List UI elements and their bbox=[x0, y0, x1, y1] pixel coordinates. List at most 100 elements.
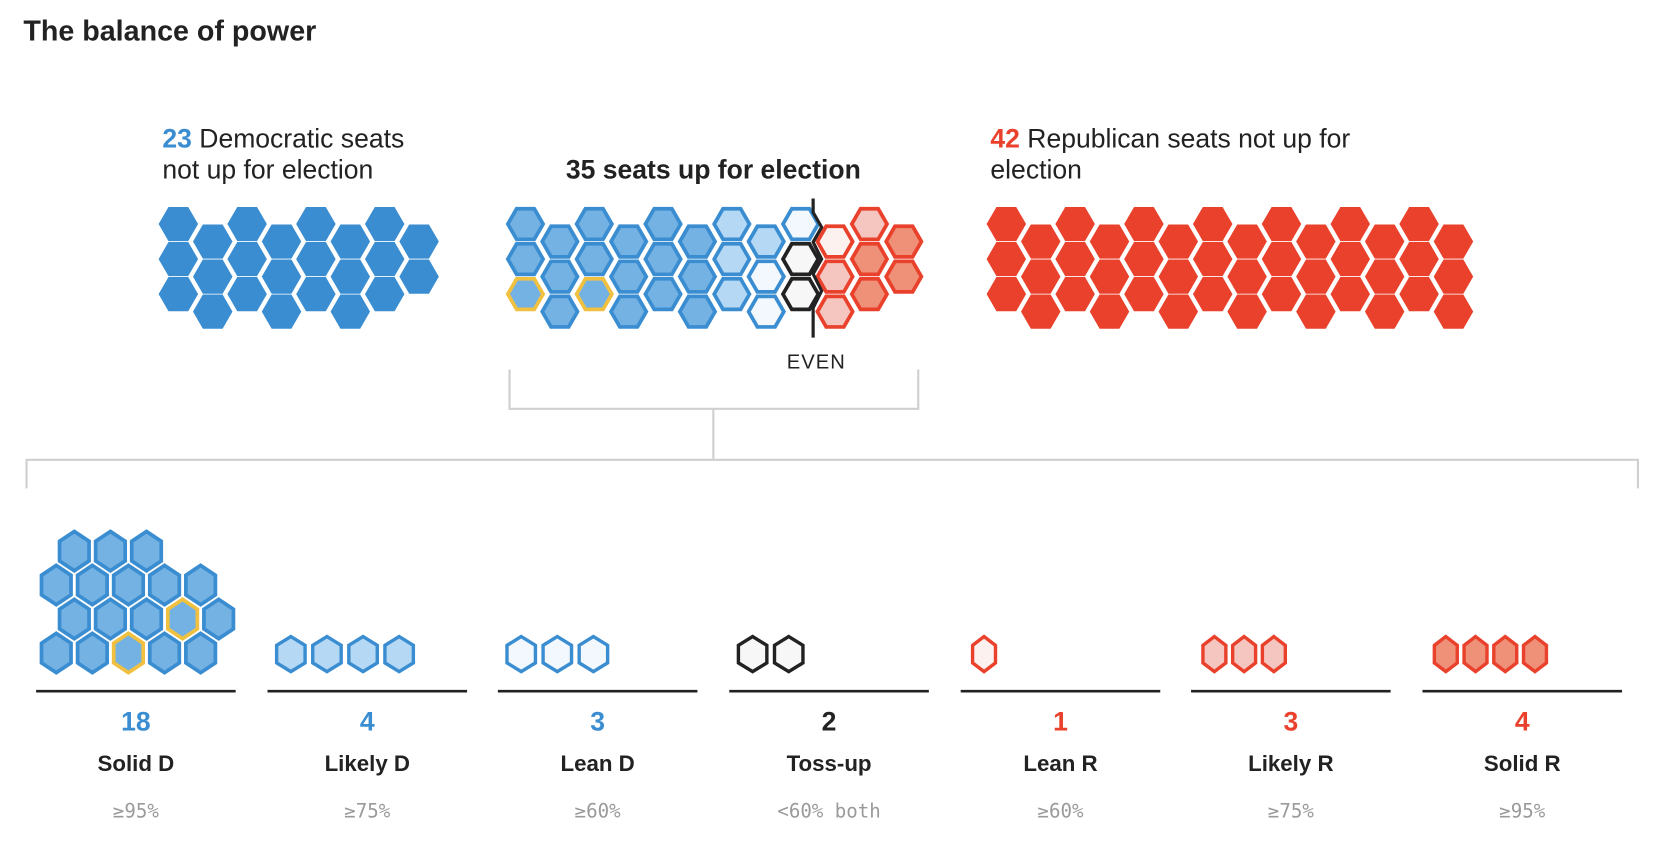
rep-seat-hex bbox=[1055, 206, 1095, 242]
dem-not-up-hex-block bbox=[158, 206, 439, 329]
rep-seat-hex bbox=[1261, 206, 1302, 242]
seat-hex-solid-d bbox=[677, 224, 718, 259]
rep-seat-hex bbox=[1399, 241, 1439, 277]
seat-hex-lean-d bbox=[746, 259, 786, 294]
even-label: EVEN bbox=[787, 351, 846, 373]
seat-hex-likely-r bbox=[815, 294, 855, 329]
dem-seat-hex bbox=[364, 241, 405, 277]
seat-hex-solid-d bbox=[165, 597, 200, 641]
rep-seat-hex bbox=[1330, 206, 1371, 242]
category-label: Toss-up bbox=[787, 751, 872, 776]
seat-hex-solid-r bbox=[1462, 634, 1489, 674]
dem-seat-hex bbox=[227, 241, 267, 277]
seat-hex-likely-d bbox=[746, 224, 786, 259]
seat-hex-solid-r bbox=[1432, 634, 1459, 674]
category-threshold: ≥60% bbox=[1037, 800, 1083, 823]
rep-seat-hex bbox=[1124, 277, 1164, 312]
seat-hex-tossup bbox=[780, 241, 821, 277]
seat-hex-likely-r bbox=[1230, 634, 1258, 674]
seat-hex-solid-d bbox=[57, 597, 91, 641]
rep-seat-hex bbox=[1364, 259, 1405, 294]
rep-seat-hex bbox=[1020, 259, 1061, 294]
dem-seat-hex bbox=[261, 224, 302, 259]
category-lean-r: 1 Lean R ≥60% bbox=[960, 634, 1161, 823]
rep-seat-hex bbox=[1089, 224, 1130, 259]
seat-hex-solid-d bbox=[111, 563, 146, 607]
seat-hex-solid-d bbox=[540, 224, 580, 259]
balance-of-power-chart: The balance of power 23 Democratic seats… bbox=[23, 15, 1640, 823]
rep-seat-hex bbox=[1433, 259, 1474, 294]
seat-hex-solid-d bbox=[129, 529, 164, 573]
dem-seat-hex bbox=[227, 277, 267, 312]
rep-not-up-header: 42 Republican seats not up for bbox=[990, 124, 1350, 154]
rep-seat-hex bbox=[1227, 224, 1267, 259]
rep-seat-hex bbox=[1089, 294, 1130, 329]
rep-seat-hex bbox=[986, 241, 1027, 277]
chart-title: The balance of power bbox=[23, 15, 316, 47]
dem-seat-hex bbox=[192, 294, 233, 329]
rating-categories: 18 Solid D ≥95% 4 Likely D ≥75% 3 Lean D ≥60% 2 To… bbox=[36, 529, 1623, 823]
dem-not-up-text-2: not up for election bbox=[162, 154, 373, 184]
seat-hex-solid-r bbox=[849, 241, 890, 277]
seat-hex-solid-d bbox=[574, 276, 615, 312]
rep-not-up-count: 42 bbox=[990, 124, 1020, 154]
dem-seat-hex bbox=[261, 259, 302, 294]
seat-hex-solid-r bbox=[849, 276, 890, 312]
category-solid-d: 18 Solid D ≥95% bbox=[36, 529, 236, 823]
category-tossup: 2 Toss-up <60% both bbox=[729, 634, 929, 823]
rep-seat-hex bbox=[1296, 294, 1336, 329]
rep-seat-hex bbox=[1020, 294, 1061, 329]
seat-hex-tossup bbox=[736, 634, 769, 674]
rep-seat-hex bbox=[1261, 277, 1302, 312]
category-count: 3 bbox=[590, 707, 605, 737]
seat-hex-solid-r bbox=[1521, 634, 1549, 674]
rep-seat-hex bbox=[1399, 277, 1439, 312]
rep-seat-hex bbox=[1330, 241, 1371, 277]
seat-hex-lean-r bbox=[815, 224, 855, 259]
seat-hex-likely-r bbox=[1201, 634, 1228, 674]
category-likely-r: 3 Likely R ≥75% bbox=[1191, 634, 1391, 823]
rep-not-up-text-1: Republican seats not up for bbox=[1020, 124, 1350, 154]
seat-hex-solid-d bbox=[608, 224, 649, 259]
rep-seat-hex bbox=[1124, 241, 1164, 277]
category-label: Likely R bbox=[1248, 751, 1333, 776]
rep-seat-hex bbox=[1089, 259, 1130, 294]
up-for-election-header: 35 seats up for election bbox=[566, 154, 861, 184]
dem-seat-hex bbox=[296, 206, 336, 242]
seat-hex-solid-d bbox=[574, 206, 615, 242]
dem-not-up-count: 23 bbox=[162, 124, 192, 154]
seat-hex-solid-d bbox=[57, 529, 91, 573]
seat-hex-solid-d bbox=[643, 276, 683, 312]
seat-hex-lean-d bbox=[746, 294, 786, 329]
dem-seat-hex bbox=[399, 224, 439, 259]
category-count: 3 bbox=[1283, 707, 1298, 737]
category-count: 4 bbox=[1515, 707, 1530, 737]
category-label: Lean D bbox=[561, 751, 635, 776]
category-threshold: ≥75% bbox=[1268, 800, 1314, 823]
rep-seat-hex bbox=[1364, 294, 1405, 329]
category-label: Solid R bbox=[1484, 751, 1561, 776]
dem-seat-hex bbox=[296, 277, 336, 312]
rep-seat-hex bbox=[1158, 224, 1199, 259]
seat-hex-solid-d bbox=[677, 294, 718, 329]
seat-hex-solid-d bbox=[505, 276, 546, 312]
seat-hex-solid-d bbox=[608, 259, 649, 294]
up-for-election-bracket bbox=[508, 369, 920, 459]
rep-seat-hex bbox=[1330, 277, 1371, 312]
seat-hex-solid-r bbox=[884, 259, 924, 294]
dem-seat-hex bbox=[158, 206, 199, 242]
dem-seat-hex bbox=[330, 224, 371, 259]
seat-hex-solid-d bbox=[39, 563, 73, 607]
category-solid-r: 4 Solid R ≥95% bbox=[1422, 634, 1623, 823]
rep-not-up-text-2: election bbox=[990, 154, 1081, 184]
seat-hex-likely-d bbox=[383, 634, 416, 674]
seat-hex-likely-d bbox=[347, 634, 379, 674]
seat-hex-likely-d bbox=[274, 634, 307, 674]
seat-hex-lean-d bbox=[577, 634, 610, 674]
category-count: 18 bbox=[121, 707, 151, 737]
seat-hex-solid-r bbox=[1492, 634, 1519, 674]
dem-seat-hex bbox=[192, 259, 233, 294]
category-label: Solid D bbox=[98, 751, 175, 776]
seat-hex-solid-d bbox=[202, 597, 236, 641]
seat-hex-solid-d bbox=[608, 294, 649, 329]
